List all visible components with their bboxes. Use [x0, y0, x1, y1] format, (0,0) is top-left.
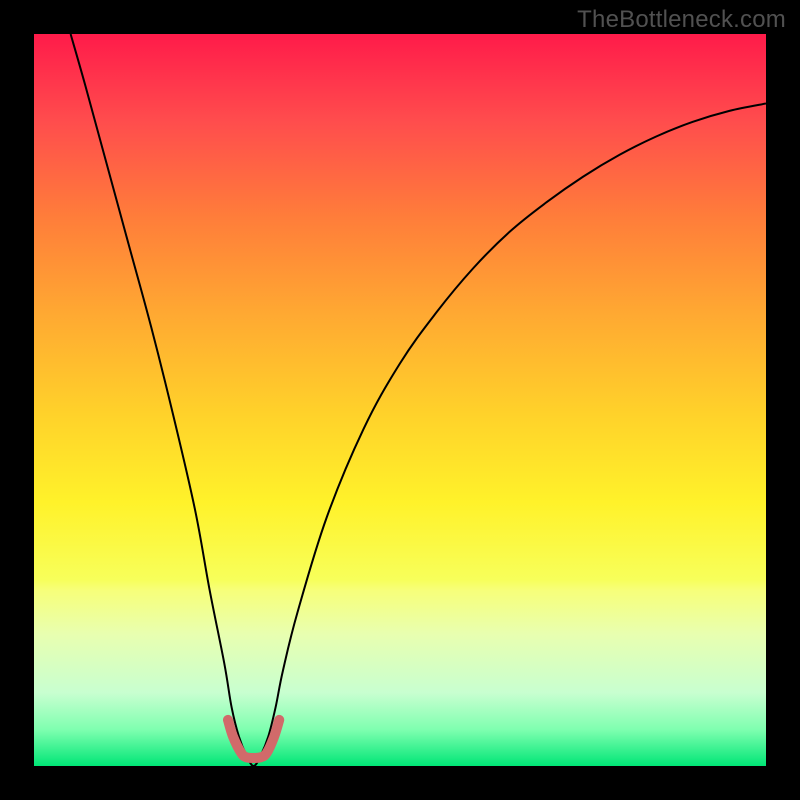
bottleneck-chart: [34, 34, 766, 766]
chart-plot-area: [34, 34, 766, 766]
brand-watermark: TheBottleneck.com: [577, 6, 786, 34]
bottleneck-curve-path: [71, 34, 766, 766]
